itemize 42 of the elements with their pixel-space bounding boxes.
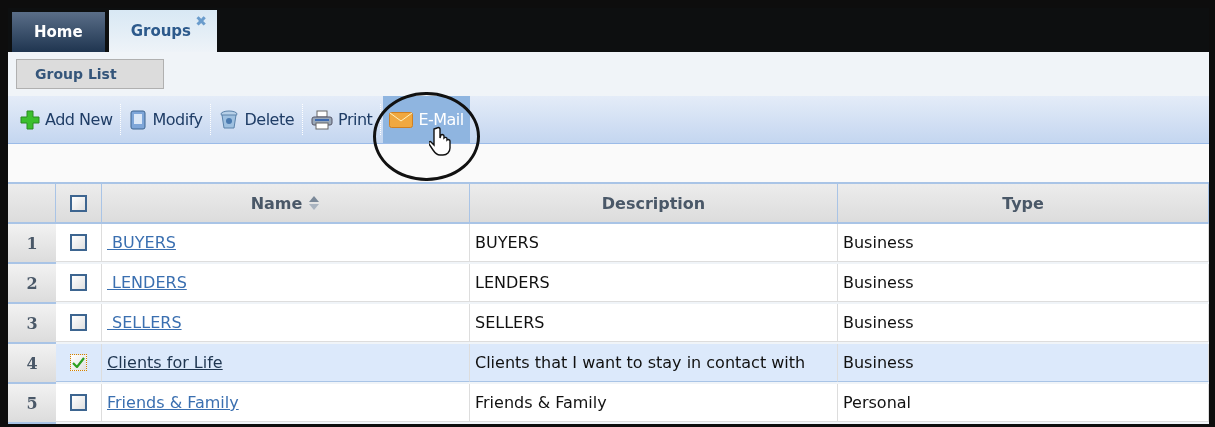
toolbar-button[interactable]: Add New	[14, 96, 119, 143]
row-number: 2	[8, 264, 56, 304]
row-checkbox[interactable]	[70, 314, 87, 331]
envelope-icon	[389, 111, 414, 128]
group-name-link[interactable]: SELLERS	[107, 313, 182, 332]
table-cell: SELLERS	[470, 304, 838, 342]
row-number: 5	[8, 384, 56, 424]
group-name-link[interactable]: BUYERS	[107, 233, 176, 252]
table-cell: Business	[838, 304, 1209, 342]
column-header[interactable]: Name	[102, 184, 470, 224]
row-checkbox[interactable]	[70, 354, 87, 371]
column-header[interactable]: Type	[838, 184, 1209, 224]
row-checkbox[interactable]	[70, 234, 87, 251]
group-name-link[interactable]: LENDERS	[107, 273, 187, 292]
tab[interactable]: Groups ✖	[108, 10, 218, 52]
checkmark-icon	[72, 357, 85, 368]
table-cell: Business	[838, 224, 1209, 262]
printer-icon	[311, 109, 334, 130]
row-number: 4	[8, 344, 56, 384]
document-icon	[129, 109, 148, 130]
plus-icon	[20, 109, 40, 130]
group-name-link[interactable]: Friends & Family	[107, 393, 239, 412]
table-cell: Business	[838, 264, 1209, 302]
row-number: 1	[8, 224, 56, 264]
select-all-checkbox[interactable]	[70, 194, 87, 212]
toolbar-button[interactable]: Delete	[213, 96, 301, 143]
group-list-tab[interactable]: Group List	[16, 59, 164, 89]
toolbar-button[interactable]: Modify	[123, 96, 209, 143]
table-cell: LENDERS	[470, 264, 838, 302]
table-cell: Friends & Family	[470, 384, 838, 422]
row-checkbox[interactable]	[70, 394, 87, 411]
row-checkbox[interactable]	[70, 274, 87, 291]
trash-icon	[219, 109, 240, 130]
toolbar-button[interactable]: Print	[305, 96, 379, 143]
table-cell: BUYERS	[470, 224, 838, 262]
tab[interactable]: Home	[12, 12, 105, 52]
table-cell: Clients that I want to stay in contact with	[470, 344, 838, 382]
row-number: 3	[8, 304, 56, 344]
column-header[interactable]: Description	[470, 184, 838, 224]
table-cell: Business	[838, 344, 1209, 382]
table-cell: Personal	[838, 384, 1209, 422]
group-name-link[interactable]: Clients for Life	[107, 353, 223, 372]
